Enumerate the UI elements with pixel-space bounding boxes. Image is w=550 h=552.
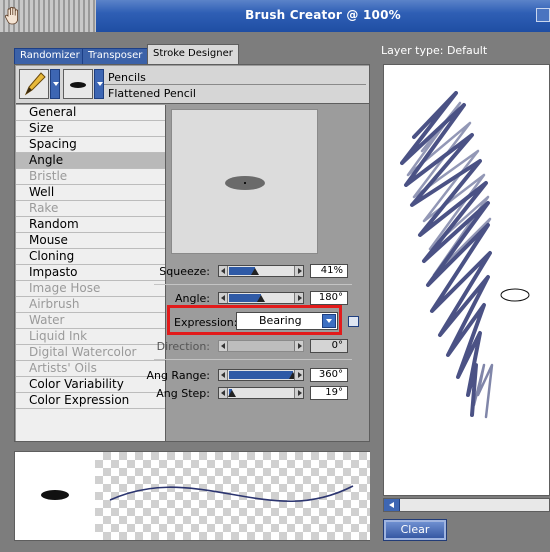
squeeze-row: Squeeze: 41% bbox=[152, 264, 352, 280]
direction-row: Direction: 0° bbox=[152, 339, 352, 355]
brush-cursor bbox=[500, 288, 530, 302]
category-list: General Size Spacing Angle Bristle Well Rake Ra… bbox=[16, 105, 166, 441]
ang-step-row: Ang Step: 19° bbox=[152, 386, 352, 402]
dab-shape bbox=[225, 176, 265, 190]
ang-range-slider[interactable] bbox=[218, 369, 304, 381]
squeeze-increase-icon[interactable] bbox=[294, 266, 303, 276]
category-item-random[interactable]: Random bbox=[16, 217, 165, 233]
close-icon[interactable] bbox=[536, 8, 550, 22]
angle-increase-icon[interactable] bbox=[294, 293, 303, 303]
direction-value[interactable]: 0° bbox=[310, 339, 348, 353]
brush-creator-window: Brush Creator @ 100% Randomizer Transpos… bbox=[0, 0, 550, 552]
ang-step-decrease-icon[interactable] bbox=[219, 388, 228, 398]
category-item-liquid-ink[interactable]: Liquid Ink bbox=[16, 329, 165, 345]
angle-value[interactable]: 180° bbox=[310, 291, 348, 305]
direction-increase-icon[interactable] bbox=[294, 341, 303, 351]
direction-slider[interactable] bbox=[218, 340, 304, 352]
ang-step-increase-icon[interactable] bbox=[294, 388, 303, 398]
tab-randomizer[interactable]: Randomizer bbox=[14, 48, 86, 64]
ang-range-increase-icon[interactable] bbox=[294, 370, 303, 380]
category-item-mouse[interactable]: Mouse bbox=[16, 233, 165, 249]
brush-selector-bar: Pencils Flattened Pencil bbox=[16, 66, 369, 104]
category-item-rake[interactable]: Rake bbox=[16, 201, 165, 217]
layer-type-label: Layer type: Default bbox=[381, 44, 488, 57]
canvas-scrollbar[interactable] bbox=[383, 498, 550, 512]
scroll-left-icon[interactable] bbox=[384, 499, 400, 511]
squeeze-thumb[interactable] bbox=[251, 268, 259, 275]
window-title: Brush Creator @ 100% bbox=[245, 8, 401, 22]
category-item-cloning[interactable]: Cloning bbox=[16, 249, 165, 265]
brush-variant-dropdown-icon[interactable] bbox=[94, 69, 104, 99]
brush-variant-label[interactable]: Flattened Pencil bbox=[108, 87, 196, 100]
ang-range-label: Ang Range: bbox=[146, 369, 210, 382]
category-item-general[interactable]: General bbox=[16, 105, 165, 121]
direction-label: Direction: bbox=[156, 340, 210, 353]
stroke-preview-area bbox=[95, 452, 370, 540]
angle-label: Angle: bbox=[174, 292, 210, 305]
dab-preview-small bbox=[41, 490, 69, 500]
category-item-digital-watercolor[interactable]: Digital Watercolor bbox=[16, 345, 165, 361]
brush-category-label[interactable]: Pencils bbox=[108, 71, 146, 84]
canvas-scribble bbox=[400, 91, 530, 419]
ang-range-decrease-icon[interactable] bbox=[219, 370, 228, 380]
category-item-angle[interactable]: Angle bbox=[16, 153, 165, 169]
category-item-bristle[interactable]: Bristle bbox=[16, 169, 165, 185]
stroke-preview bbox=[14, 451, 370, 541]
direction-decrease-icon[interactable] bbox=[219, 341, 228, 351]
brush-category-button[interactable] bbox=[19, 69, 49, 99]
squeeze-decrease-icon[interactable] bbox=[219, 266, 228, 276]
category-item-water[interactable]: Water bbox=[16, 313, 165, 329]
divider bbox=[154, 284, 352, 285]
chevron-down-icon[interactable] bbox=[322, 314, 336, 328]
stroke-sample bbox=[109, 485, 354, 503]
dab-icon bbox=[70, 82, 86, 88]
category-item-color-variability[interactable]: Color Variability bbox=[16, 377, 165, 393]
ang-step-label: Ang Step: bbox=[156, 387, 210, 400]
divider bbox=[104, 84, 366, 85]
hand-icon bbox=[5, 6, 18, 25]
tab-transposer[interactable]: Transposer bbox=[82, 48, 149, 64]
preview-canvas[interactable] bbox=[383, 64, 550, 496]
category-item-airbrush[interactable]: Airbrush bbox=[16, 297, 165, 313]
category-item-well[interactable]: Well bbox=[16, 185, 165, 201]
angle-thumb[interactable] bbox=[257, 295, 265, 302]
category-item-artists-oils[interactable]: Artists' Oils bbox=[16, 361, 165, 377]
expression-select[interactable]: Bearing bbox=[236, 312, 338, 330]
expression-invert-checkbox[interactable] bbox=[348, 316, 359, 327]
title-bar[interactable]: Brush Creator @ 100% bbox=[0, 0, 550, 32]
squeeze-slider[interactable] bbox=[218, 265, 304, 277]
brush-category-dropdown-icon[interactable] bbox=[50, 69, 60, 99]
angle-slider[interactable] bbox=[218, 292, 304, 304]
category-item-size[interactable]: Size bbox=[16, 121, 165, 137]
ang-step-value[interactable]: 19° bbox=[310, 386, 348, 400]
angle-decrease-icon[interactable] bbox=[219, 293, 228, 303]
ang-range-row: Ang Range: 360° bbox=[146, 368, 352, 384]
ang-range-value[interactable]: 360° bbox=[310, 368, 348, 382]
category-item-image-hose[interactable]: Image Hose bbox=[16, 281, 165, 297]
pencil-icon bbox=[24, 72, 46, 96]
category-item-color-expression[interactable]: Color Expression bbox=[16, 393, 165, 409]
squeeze-label: Squeeze: bbox=[159, 265, 210, 278]
brush-variant-button[interactable] bbox=[63, 69, 93, 99]
category-item-impasto[interactable]: Impasto bbox=[16, 265, 165, 281]
dab-preview bbox=[171, 109, 318, 254]
ang-step-thumb[interactable] bbox=[228, 390, 236, 397]
expression-label: Expression: bbox=[174, 316, 238, 329]
ang-step-slider[interactable] bbox=[218, 387, 304, 399]
category-item-spacing[interactable]: Spacing bbox=[16, 137, 165, 153]
expression-selected-value: Bearing bbox=[259, 314, 302, 327]
squeeze-value[interactable]: 41% bbox=[310, 264, 348, 278]
clear-button[interactable]: Clear bbox=[383, 519, 447, 541]
divider bbox=[154, 359, 352, 360]
tab-stroke-designer[interactable]: Stroke Designer bbox=[147, 44, 239, 64]
